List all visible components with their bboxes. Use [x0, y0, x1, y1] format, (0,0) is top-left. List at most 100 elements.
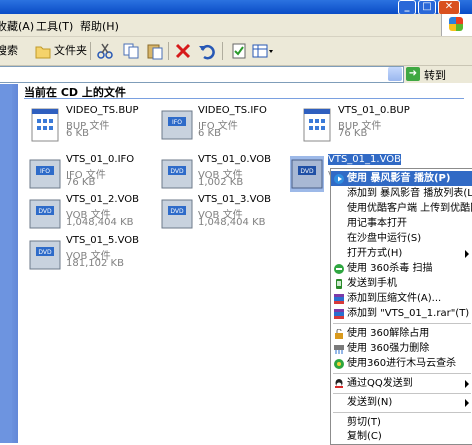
ctx-send-to[interactable]: 发送到(N): [331, 395, 472, 410]
folders-button[interactable]: 文件夹: [54, 41, 87, 61]
ctx-360-force-delete[interactable]: 使用 360强力删除: [331, 341, 472, 356]
minimize-button[interactable]: _: [398, 0, 416, 15]
ctx-item-label: 通过QQ发送到: [347, 378, 413, 389]
ifo-file-icon: IFO: [28, 156, 62, 192]
menu-help[interactable]: 帮助(H): [80, 18, 119, 34]
ctx-send-phone[interactable]: 发送到手机: [331, 276, 472, 291]
windows-logo: [441, 14, 472, 36]
file-size: 181,102 KB: [66, 258, 124, 269]
menu-favorites[interactable]: 收藏(A): [0, 18, 34, 34]
ctx-open-with[interactable]: 打开方式(H): [331, 246, 472, 261]
task-pane: [0, 84, 18, 443]
svg-text:DVD: DVD: [170, 168, 184, 175]
file-name: VTS_01_1.VOB: [328, 154, 401, 165]
ctx-separator: [333, 323, 471, 324]
ctx-separator: [333, 373, 471, 374]
bup-file-icon: [28, 107, 62, 143]
address-input[interactable]: [0, 66, 404, 83]
winrar-icon: [334, 294, 344, 304]
ctx-item-label: 添加到压缩文件(A)...: [347, 293, 442, 304]
ctx-cut[interactable]: 剪切(T): [331, 415, 472, 430]
ctx-separator: [333, 412, 471, 413]
file-item[interactable]: DVD VTS_01_5.VOB VOB 文件 181,102 KB: [26, 232, 156, 280]
maximize-button[interactable]: □: [418, 0, 436, 15]
ctx-item-label: 发送到(N): [347, 397, 393, 408]
submenu-arrow-icon: [465, 250, 469, 258]
svg-text:DVD: DVD: [38, 208, 52, 215]
svg-text:DVD: DVD: [38, 249, 52, 256]
unlock-icon: [334, 328, 344, 339]
menu-tools[interactable]: 工具(T): [36, 18, 73, 34]
file-name: VTS_01_3.VOB: [198, 194, 271, 205]
svg-text:IFO: IFO: [172, 119, 182, 126]
paste-icon[interactable]: [146, 42, 164, 60]
phone-icon: [334, 279, 344, 289]
file-name: VTS_01_0.VOB: [198, 154, 271, 165]
vob-file-icon: DVD: [160, 196, 194, 232]
ctx-item-label: 使用360进行木马云查杀: [347, 358, 457, 369]
file-item[interactable]: VIDEO_TS.BUP BUP 文件 6 KB: [26, 102, 156, 150]
go-button[interactable]: 转到: [424, 67, 446, 83]
ctx-item-label: 复制(C): [347, 431, 382, 442]
views-icon[interactable]: [252, 42, 273, 60]
file-name: VIDEO_TS.IFO: [198, 105, 267, 116]
search-button[interactable]: 搜索: [0, 41, 18, 61]
ctx-add-rar[interactable]: 添加到 "VTS_01_1.rar"(T): [331, 306, 472, 321]
toolbar: 搜索 文件夹: [0, 37, 472, 66]
ctx-add-playlist[interactable]: 添加到 暴风影音 播放列表(L): [331, 186, 472, 201]
ctx-separator: [333, 393, 471, 394]
ctx-item-label: 剪切(T): [347, 417, 381, 428]
toolbar-separator: [90, 42, 91, 60]
ctx-add-archive[interactable]: 添加到压缩文件(A)...: [331, 291, 472, 306]
file-name: VIDEO_TS.BUP: [66, 105, 139, 116]
play-icon: [334, 174, 344, 184]
address-dropdown-button[interactable]: [388, 67, 402, 81]
360-cloud-icon: [334, 359, 344, 369]
ctx-item-label: 添加到 暴风影音 播放列表(L): [347, 188, 472, 199]
ctx-youku-upload[interactable]: 使用优酷客户端 上传到优酷网: [331, 201, 472, 216]
ctx-open-notepad[interactable]: 用记事本打开: [331, 216, 472, 231]
file-item[interactable]: DVD VTS_01_3.VOB VOB 文件 1,048,404 KB: [158, 191, 288, 239]
copy-icon[interactable]: [122, 42, 140, 60]
ctx-item-label: 使用 360杀毒 扫描: [347, 263, 433, 274]
close-button[interactable]: ✕: [438, 0, 460, 15]
file-name: VTS_01_2.VOB: [66, 194, 139, 205]
toolbar-separator: [222, 42, 223, 60]
menu-bar: 收藏(A) 工具(T) 帮助(H): [0, 14, 472, 37]
shred-icon: [334, 344, 344, 354]
file-name: VTS_01_0.IFO: [66, 154, 135, 165]
file-item[interactable]: VTS_01_0.BUP BUP 文件 76 KB: [298, 102, 428, 150]
folders-icon: [34, 42, 52, 60]
svg-text:IFO: IFO: [40, 168, 50, 175]
undo-icon[interactable]: [198, 42, 216, 60]
file-size: 6 KB: [66, 128, 89, 139]
ctx-360-cloud-scan[interactable]: 使用360进行木马云查杀: [331, 356, 472, 371]
svg-text:DVD: DVD: [170, 208, 184, 215]
context-menu: 使用 暴风影音 播放(P) 添加到 暴风影音 播放列表(L) 使用优酷客户端 上…: [330, 168, 472, 445]
ctx-360-scan[interactable]: 使用 360杀毒 扫描: [331, 261, 472, 276]
file-size: 6 KB: [198, 128, 221, 139]
delete-icon[interactable]: [174, 42, 192, 60]
ctx-play-baofeng[interactable]: 使用 暴风影音 播放(P): [331, 171, 472, 186]
ctx-item-label: 用记事本打开: [347, 218, 407, 229]
file-size: 1,002 KB: [198, 177, 244, 188]
ctx-item-label: 添加到 "VTS_01_1.rar"(T): [347, 308, 470, 319]
search-label: 搜索: [0, 44, 18, 57]
section-title: 当前在 CD 上的文件: [24, 84, 464, 99]
file-name: VTS_01_0.BUP: [338, 105, 410, 116]
ctx-qq-send[interactable]: 通过QQ发送到: [331, 376, 472, 391]
bup-file-icon: [300, 107, 334, 143]
go-arrow-icon[interactable]: ➜: [406, 67, 420, 81]
ctx-item-label: 打开方式(H): [347, 248, 403, 259]
cut-icon[interactable]: [96, 42, 114, 60]
address-bar: ➜ 转到: [0, 66, 472, 83]
ctx-360-unlock[interactable]: 使用 360解除占用: [331, 326, 472, 341]
file-item[interactable]: IFO VIDEO_TS.IFO IFO 文件 6 KB: [158, 102, 288, 150]
vob-file-icon: DVD: [160, 156, 194, 192]
ctx-run-sandbox[interactable]: 在沙盘中运行(S): [331, 231, 472, 246]
properties-icon[interactable]: [230, 42, 248, 60]
vob-file-icon: DVD: [28, 196, 62, 232]
file-size: 1,048,404 KB: [66, 217, 134, 228]
ctx-copy[interactable]: 复制(C): [331, 429, 472, 444]
ctx-item-label: 使用 360解除占用: [347, 328, 430, 339]
